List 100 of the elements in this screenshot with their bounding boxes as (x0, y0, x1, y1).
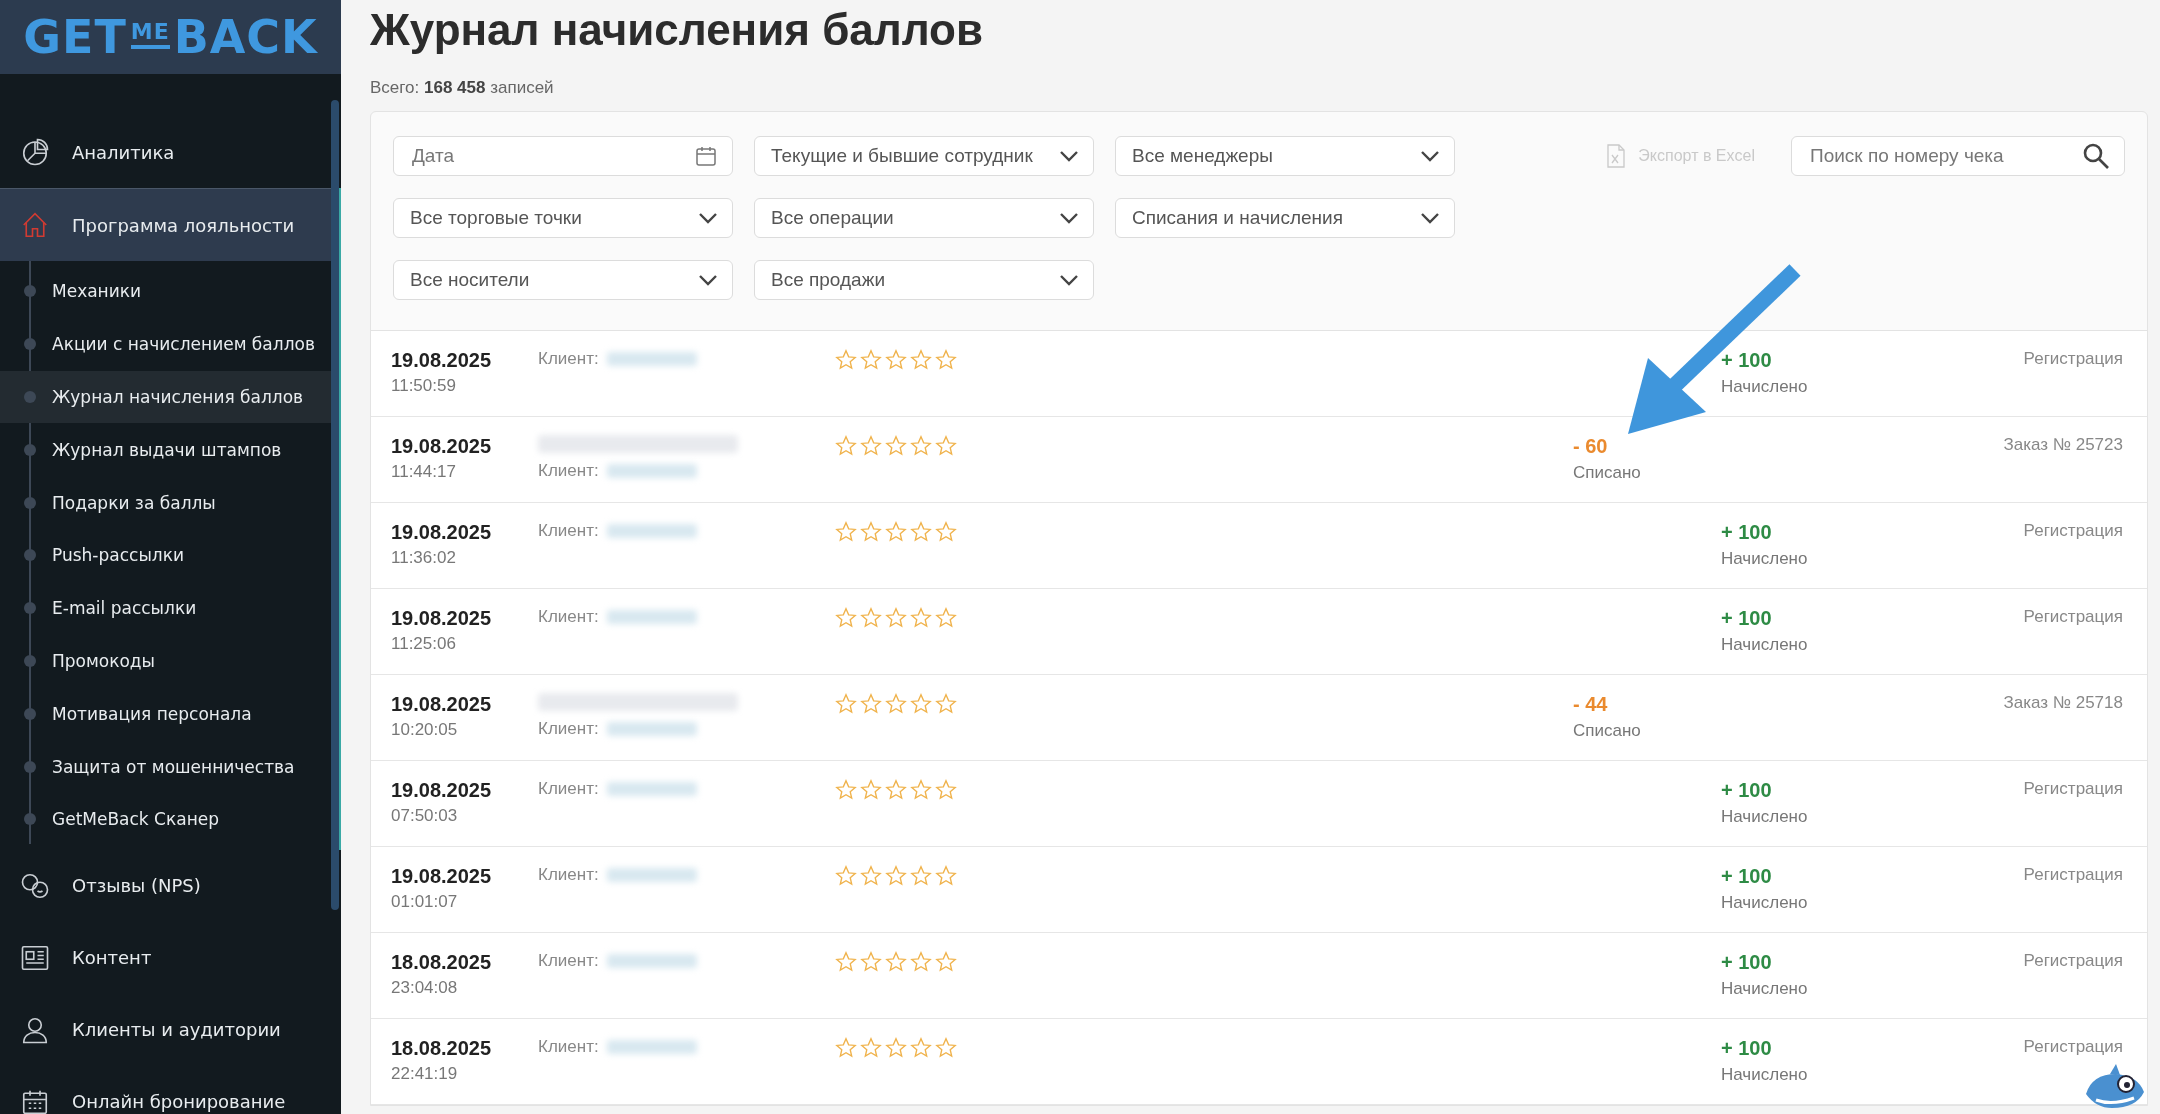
operation-type: Регистрация (2023, 865, 2123, 885)
star-icon (860, 779, 882, 801)
star-icon (885, 521, 907, 543)
record-time: 22:41:19 (391, 1064, 459, 1084)
filter-dropdown[interactable]: Все носители (393, 260, 733, 300)
star-icon (910, 521, 932, 543)
star-icon (835, 951, 857, 973)
submenu-item[interactable]: Промокоды (0, 634, 335, 688)
operation-type: Заказ № 25718 (2003, 693, 2123, 713)
star-icon (935, 865, 957, 887)
submenu-item[interactable]: Подарки за баллы (0, 476, 335, 529)
operation-type: Регистрация (2023, 607, 2123, 627)
star-icon (910, 865, 932, 887)
date-input[interactable]: Дата (410, 144, 644, 168)
star-icon (860, 1037, 882, 1059)
record-time: 11:25:06 (391, 634, 457, 654)
points-status: Начислено (1721, 635, 1809, 655)
filter-dropdown[interactable]: Все продажи (754, 260, 1094, 300)
record-date: 19.08.2025 (391, 435, 493, 458)
star-icon (910, 349, 932, 371)
star-icon (935, 1037, 957, 1059)
sidebar-item[interactable]: Онлайн бронирование (0, 1065, 341, 1114)
star-icon (835, 865, 857, 887)
star-icon (860, 607, 882, 629)
star-icon (835, 349, 857, 371)
client-label: Клиент: (538, 461, 599, 481)
submenu-item[interactable]: Журнал выдачи штампов (0, 423, 335, 477)
star-icon (885, 1037, 907, 1059)
chevron-down-icon (1059, 150, 1079, 162)
points-status: Начислено (1721, 549, 1809, 569)
star-icon (935, 779, 957, 801)
record-date: 19.08.2025 (391, 865, 493, 888)
submenu-item[interactable]: Мотивация персонала (0, 687, 335, 741)
star-icon (860, 865, 882, 887)
client-label: Клиент: (538, 521, 599, 541)
client-label: Клиент: (538, 779, 599, 799)
chevron-down-icon (1059, 274, 1079, 286)
chevron-down-icon (1420, 212, 1440, 224)
record-date: 18.08.2025 (391, 951, 493, 974)
submenu-item[interactable]: Механики (0, 265, 335, 318)
operation-type: Регистрация (2023, 349, 2123, 369)
search-input[interactable]: Поиск по номеру чека (1808, 144, 2042, 168)
star-icon (860, 521, 882, 543)
chevron-down-icon (698, 212, 718, 224)
points-status: Начислено (1721, 807, 1809, 827)
star-icon (935, 521, 957, 543)
points-status: Списано (1573, 463, 1642, 483)
points-amount: + 100 (1721, 521, 1773, 544)
submenu-item[interactable]: Акции с начислением баллов (0, 317, 335, 371)
pie-chart-icon (20, 137, 50, 167)
star-icon (835, 521, 857, 543)
record-date: 18.08.2025 (391, 1037, 493, 1060)
record-time: 11:50:59 (391, 376, 457, 396)
client-label: Клиент: (538, 1037, 599, 1057)
record-time: 07:50:03 (391, 806, 459, 826)
record-date: 19.08.2025 (391, 693, 493, 716)
star-icon (885, 435, 907, 457)
points-amount: + 100 (1721, 607, 1773, 630)
filter-dropdown[interactable]: Все операции (754, 198, 1094, 238)
star-icon (835, 435, 857, 457)
submenu-item[interactable]: Защита от мошенничества (0, 740, 335, 793)
points-amount: - 44 (1573, 693, 1609, 716)
star-icon (885, 865, 907, 887)
filter-dropdown[interactable]: Все торговые точки (393, 198, 733, 238)
submenu-item[interactable]: GetMeBack Сканер (0, 792, 335, 846)
sidebar-item[interactable]: Аналитика (0, 116, 341, 188)
sidebar-item[interactable]: Клиенты и аудитории (0, 993, 341, 1066)
star-icon (935, 607, 957, 629)
star-icon (935, 435, 957, 457)
calendar-icon (694, 144, 718, 168)
sidebar-item[interactable]: Отзывы (NPS) (0, 849, 341, 922)
points-status: Начислено (1721, 377, 1809, 397)
receipt-search-field[interactable]: Поиск по номеру чека (1791, 136, 2125, 176)
client-label: Клиент: (538, 719, 599, 739)
points-amount: + 100 (1721, 1037, 1773, 1060)
record-time: 11:44:17 (391, 462, 457, 482)
star-icon (910, 693, 932, 715)
record-time: 01:01:07 (391, 892, 459, 912)
star-icon (885, 349, 907, 371)
date-field[interactable]: Дата (393, 136, 733, 176)
points-amount: + 100 (1721, 951, 1773, 974)
filter-dropdown[interactable]: Текущие и бывшие сотрудник (754, 136, 1094, 176)
star-icon (935, 693, 957, 715)
scrollbar[interactable] (331, 100, 339, 910)
filter-dropdown[interactable]: Все менеджеры (1115, 136, 1455, 176)
filter-dropdown[interactable]: Списания и начисления (1115, 198, 1455, 238)
operation-type: Заказ № 25723 (2003, 435, 2123, 455)
star-icon (910, 607, 932, 629)
operation-type: Регистрация (2023, 951, 2123, 971)
star-icon (860, 951, 882, 973)
house-icon (20, 210, 50, 240)
chevron-down-icon (698, 274, 718, 286)
record-time: 10:20:05 (391, 720, 459, 740)
sidebar-item[interactable]: Контент (0, 921, 341, 994)
record-date: 19.08.2025 (391, 349, 493, 372)
submenu-item[interactable]: E-mail рассылки (0, 581, 335, 635)
points-status: Начислено (1721, 893, 1809, 913)
star-icon (935, 951, 957, 973)
star-icon (835, 607, 857, 629)
submenu-item[interactable]: Push-рассылки (0, 529, 335, 582)
